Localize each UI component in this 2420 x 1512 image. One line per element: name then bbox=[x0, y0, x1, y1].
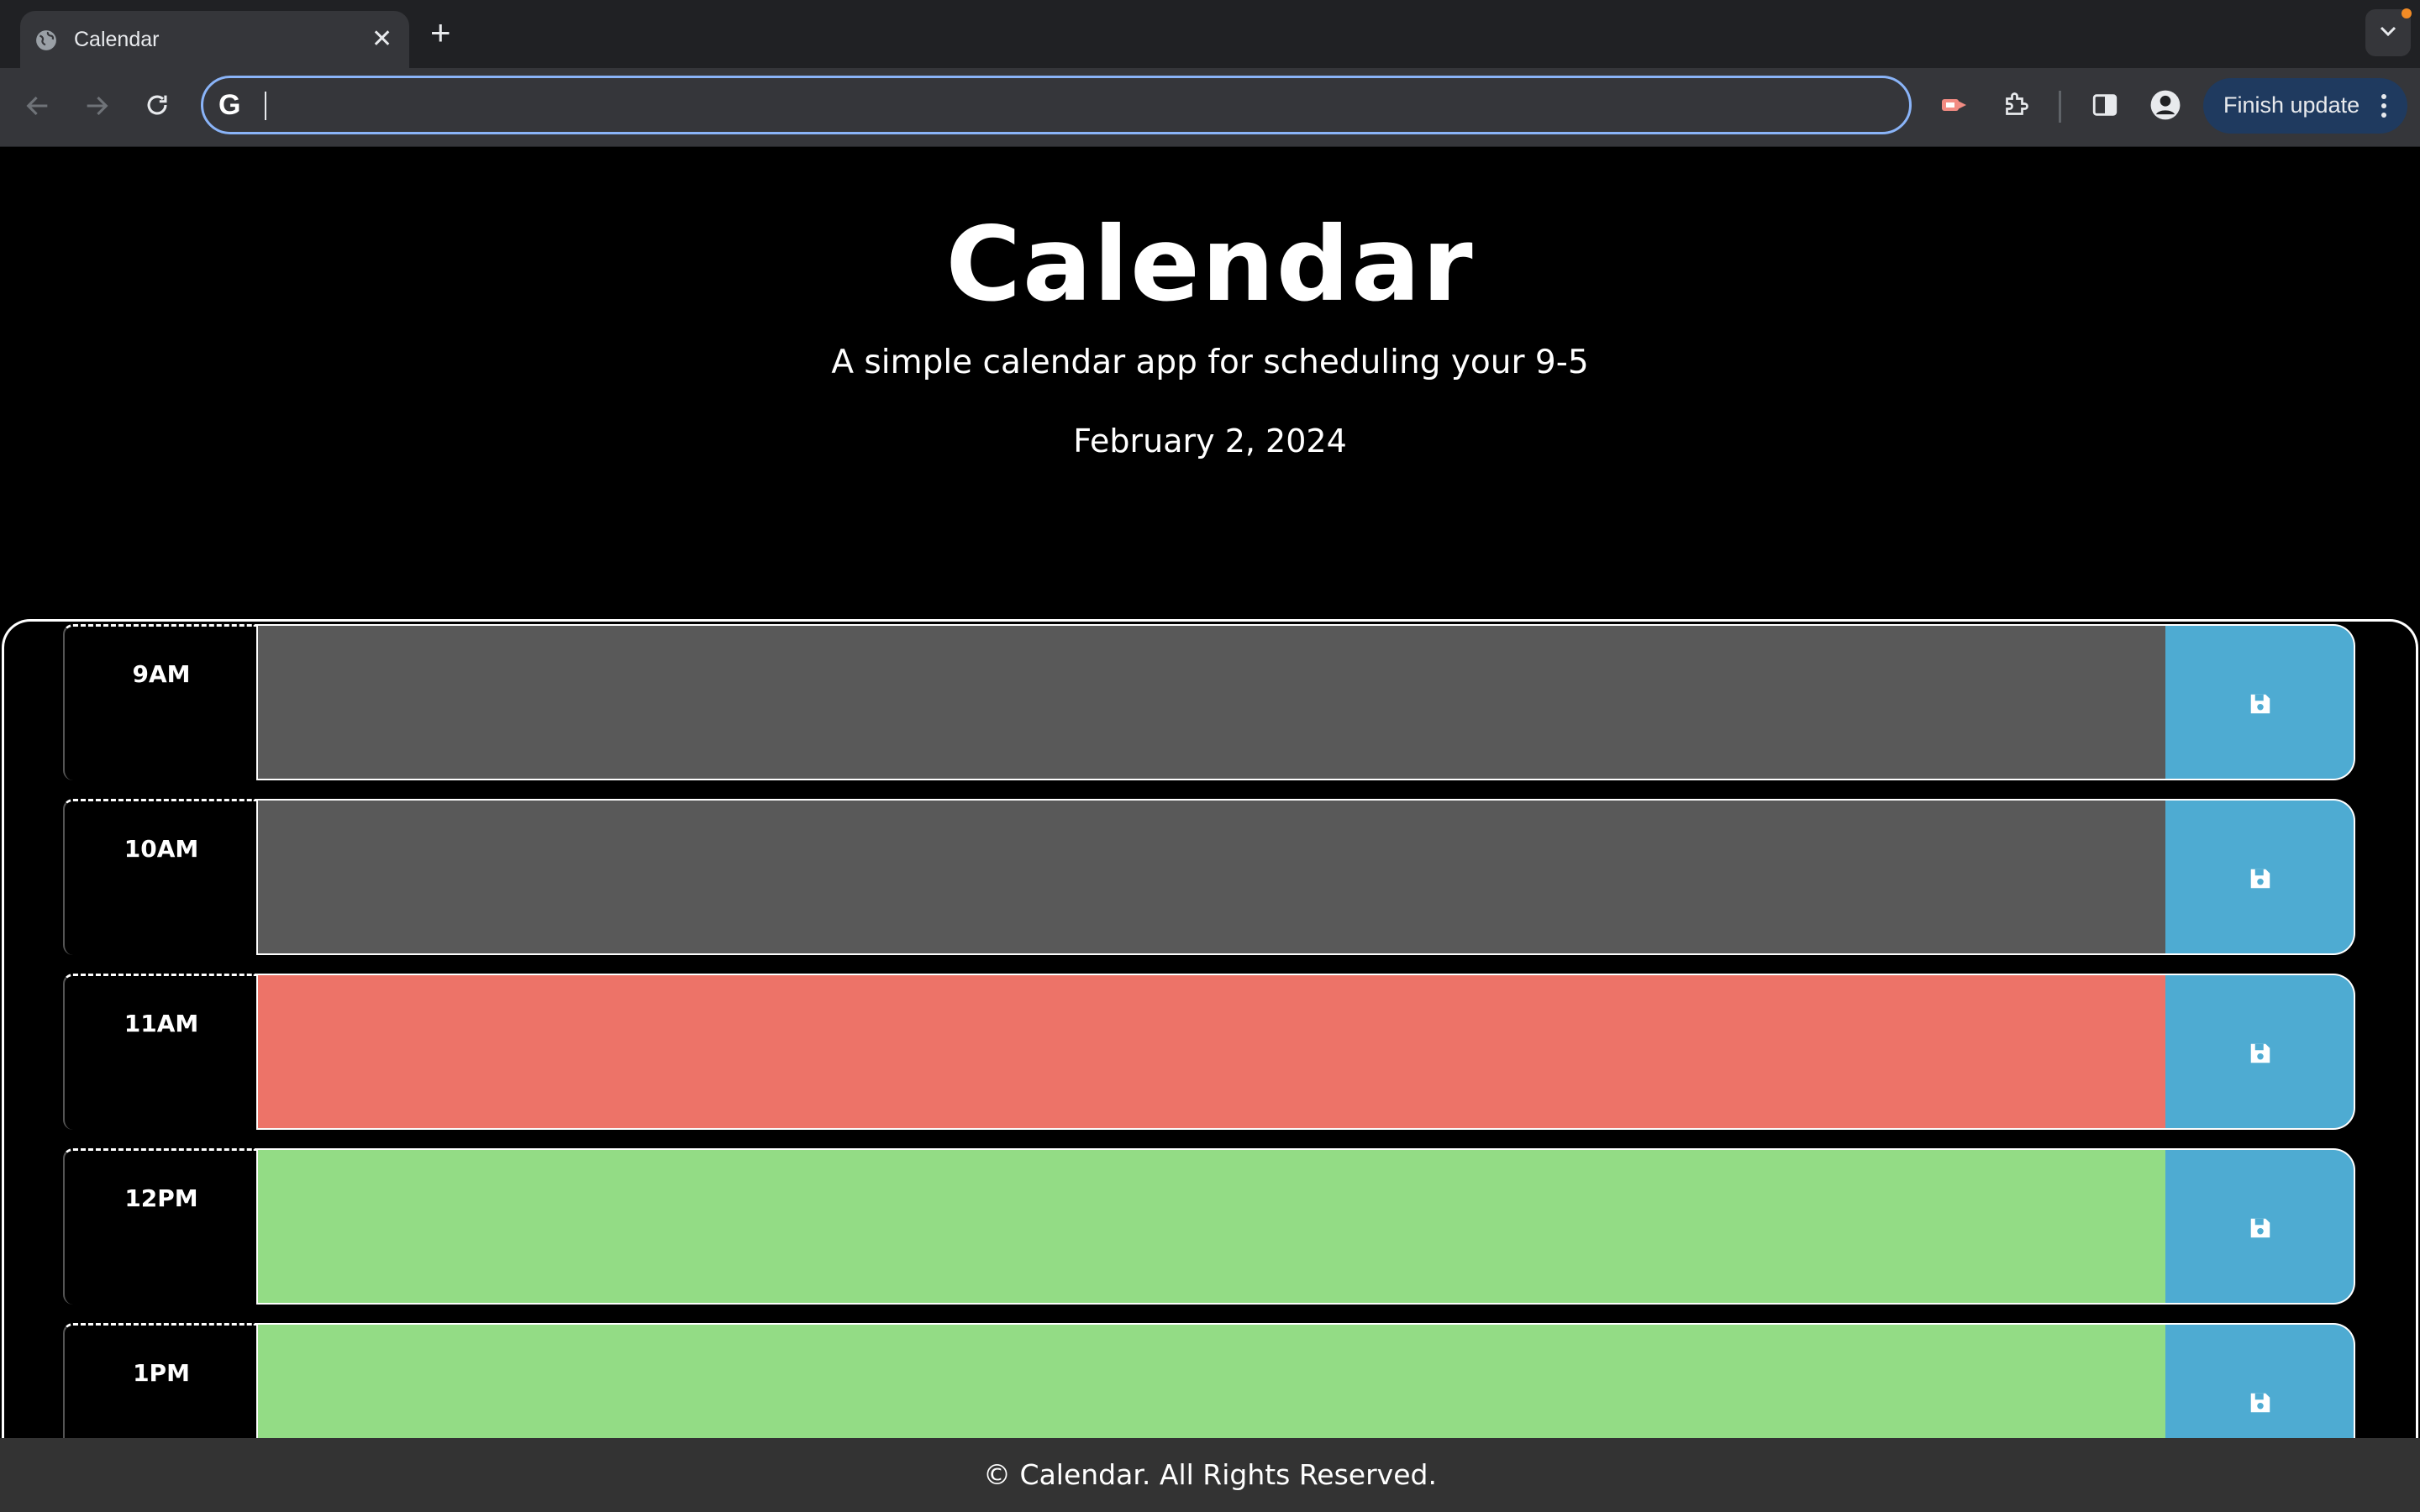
floppy-disk-icon bbox=[2250, 1043, 2270, 1063]
extensions-puzzle-icon[interactable] bbox=[2001, 90, 2031, 120]
footer: © Calendar. All Rights Reserved. bbox=[0, 1438, 2420, 1512]
finish-update-button[interactable]: Finish update bbox=[2203, 78, 2407, 134]
time-block-row: 11AM bbox=[63, 974, 2355, 1130]
save-button[interactable] bbox=[2165, 1148, 2355, 1305]
extension-video-icon[interactable] bbox=[1939, 92, 1970, 118]
save-button[interactable] bbox=[2165, 974, 2355, 1130]
hour-cell: 9AM bbox=[63, 624, 256, 780]
address-input[interactable] bbox=[262, 87, 1859, 125]
floppy-disk-icon bbox=[2250, 694, 2270, 714]
hour-cell: 12PM bbox=[63, 1148, 256, 1305]
new-tab-button[interactable]: + bbox=[430, 15, 451, 50]
event-description-input[interactable] bbox=[256, 1323, 2165, 1438]
hour-label: 9AM bbox=[132, 660, 191, 688]
hour-label: 12PM bbox=[124, 1184, 198, 1212]
time-block-row: 10AM bbox=[63, 799, 2355, 955]
side-panel-icon[interactable] bbox=[2091, 91, 2119, 119]
event-description-input[interactable] bbox=[256, 624, 2165, 780]
chevron-down-icon bbox=[2380, 26, 2396, 37]
save-button[interactable] bbox=[2165, 624, 2355, 780]
hour-cell: 1PM bbox=[63, 1323, 256, 1438]
tab-title: Calendar bbox=[74, 28, 160, 51]
forward-arrow-icon[interactable] bbox=[82, 92, 111, 120]
text-caret bbox=[265, 92, 266, 120]
toolbar-divider bbox=[2059, 91, 2061, 123]
finish-update-label: Finish update bbox=[2223, 92, 2360, 118]
hour-label: 10AM bbox=[124, 835, 199, 863]
browser-tab[interactable]: Calendar ✕ bbox=[20, 11, 409, 68]
footer-text: © Calendar. All Rights Reserved. bbox=[983, 1458, 1437, 1491]
floppy-disk-icon bbox=[2250, 869, 2270, 889]
time-block-row: 1PM bbox=[63, 1323, 2355, 1438]
close-icon[interactable]: ✕ bbox=[371, 27, 392, 52]
event-description-input[interactable] bbox=[256, 974, 2165, 1130]
floppy-disk-icon bbox=[2250, 1218, 2270, 1238]
hour-label: 11AM bbox=[124, 1010, 199, 1037]
time-block-row: 12PM bbox=[63, 1148, 2355, 1305]
current-date: February 2, 2024 bbox=[1073, 423, 1347, 459]
back-arrow-icon[interactable] bbox=[24, 92, 52, 120]
globe-icon bbox=[36, 30, 56, 50]
more-vert-icon bbox=[2381, 94, 2386, 118]
floppy-disk-icon bbox=[2250, 1393, 2270, 1413]
hour-label: 1PM bbox=[133, 1359, 190, 1387]
google-icon: G bbox=[218, 89, 241, 121]
update-badge bbox=[2402, 8, 2412, 18]
save-button[interactable] bbox=[2165, 1323, 2355, 1438]
address-bar[interactable]: G bbox=[201, 76, 1912, 134]
event-description-input[interactable] bbox=[256, 799, 2165, 955]
page-subtitle: A simple calendar app for scheduling you… bbox=[831, 344, 1589, 381]
page-content: Calendar A simple calendar app for sched… bbox=[0, 147, 2420, 1438]
hour-cell: 11AM bbox=[63, 974, 256, 1130]
save-button[interactable] bbox=[2165, 799, 2355, 955]
reload-icon[interactable] bbox=[143, 91, 171, 119]
hour-cell: 10AM bbox=[63, 799, 256, 955]
time-block-row: 9AM bbox=[63, 624, 2355, 780]
profile-avatar-icon[interactable] bbox=[2149, 89, 2181, 121]
page-title: Calendar bbox=[945, 205, 1475, 324]
tab-strip: Calendar ✕ + bbox=[0, 0, 2420, 68]
event-description-input[interactable] bbox=[256, 1148, 2165, 1305]
